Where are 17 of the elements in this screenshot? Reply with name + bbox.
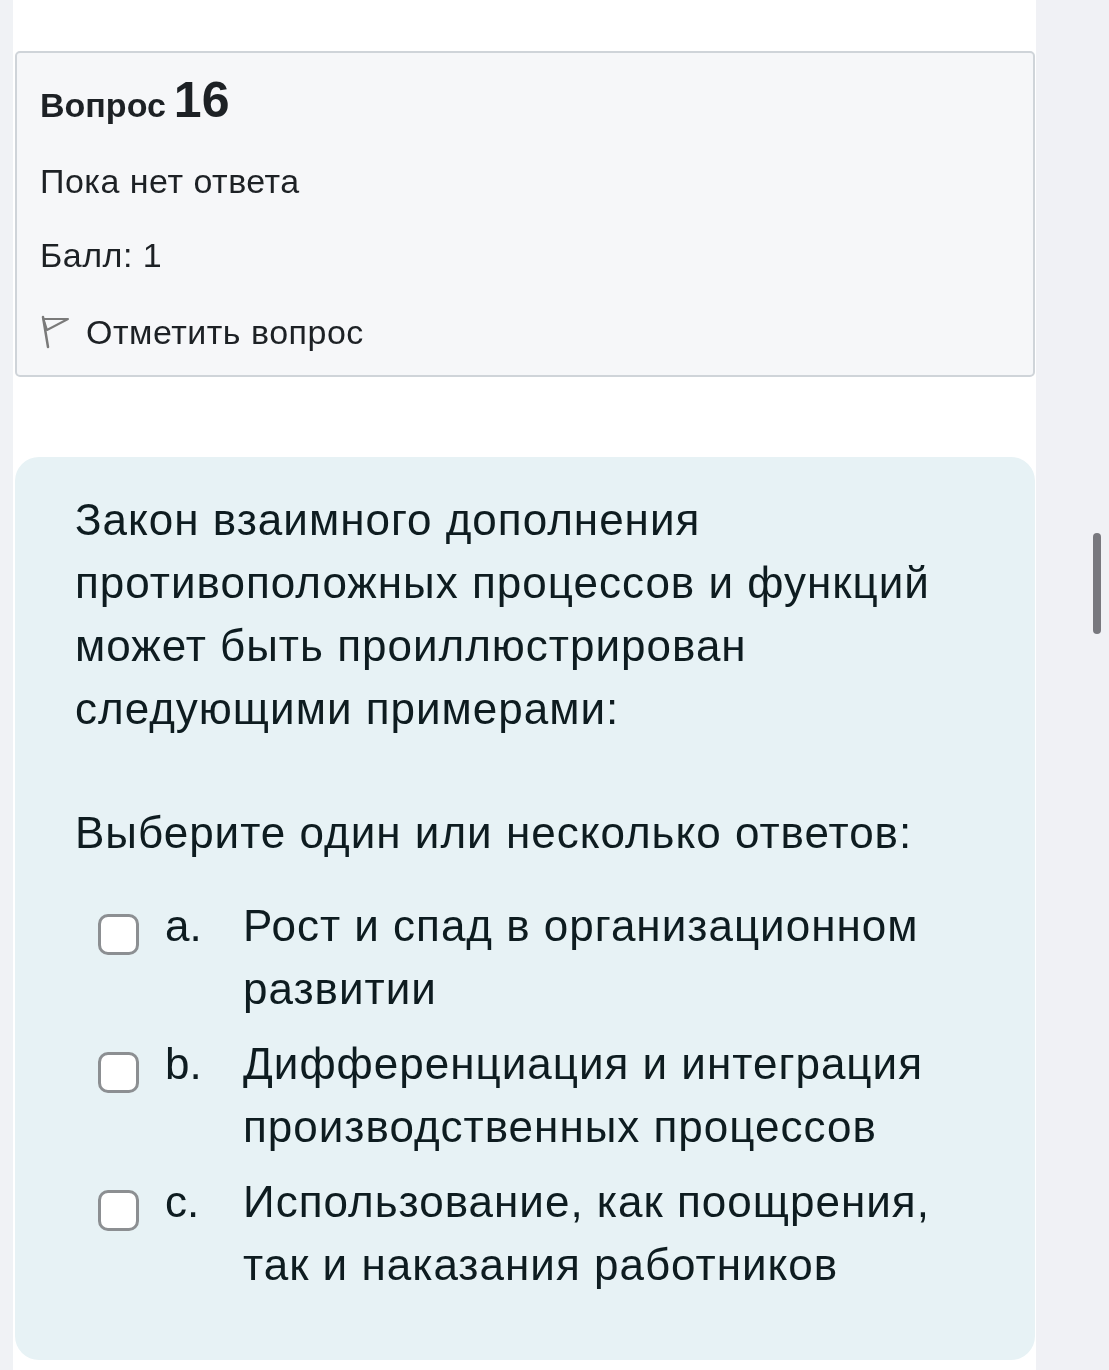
question-text: Закон взаимного дополнения противоположных процессов и функций может быть проиллюстрирован следующими примерами:: [75, 494, 931, 735]
question-mark: Балл: 1: [40, 235, 163, 276]
flag-question-link[interactable]: Отметить вопрос: [86, 309, 364, 355]
answer-status: Пока нет ответа: [40, 161, 300, 202]
option-letter: a.: [165, 900, 203, 952]
checkbox[interactable]: [98, 1052, 139, 1093]
answer-prompt: Выберите один или несколько ответов:: [75, 807, 914, 859]
question-number: 16: [173, 72, 230, 128]
scrollbar-thumb[interactable]: [1093, 533, 1101, 634]
option-letter: b.: [165, 1038, 203, 1090]
question-label: Вопрос: [40, 85, 166, 126]
checkbox[interactable]: [98, 1190, 139, 1231]
option-letter: c.: [165, 1176, 201, 1228]
option-label[interactable]: Использование, как поощрения, так и наказания работников: [243, 1170, 968, 1296]
option-label[interactable]: Дифференциация и интеграция производственных процессов: [243, 1032, 968, 1158]
checkbox[interactable]: [98, 914, 139, 955]
option-label[interactable]: Рост и спад в организационном развитии: [243, 894, 968, 1020]
